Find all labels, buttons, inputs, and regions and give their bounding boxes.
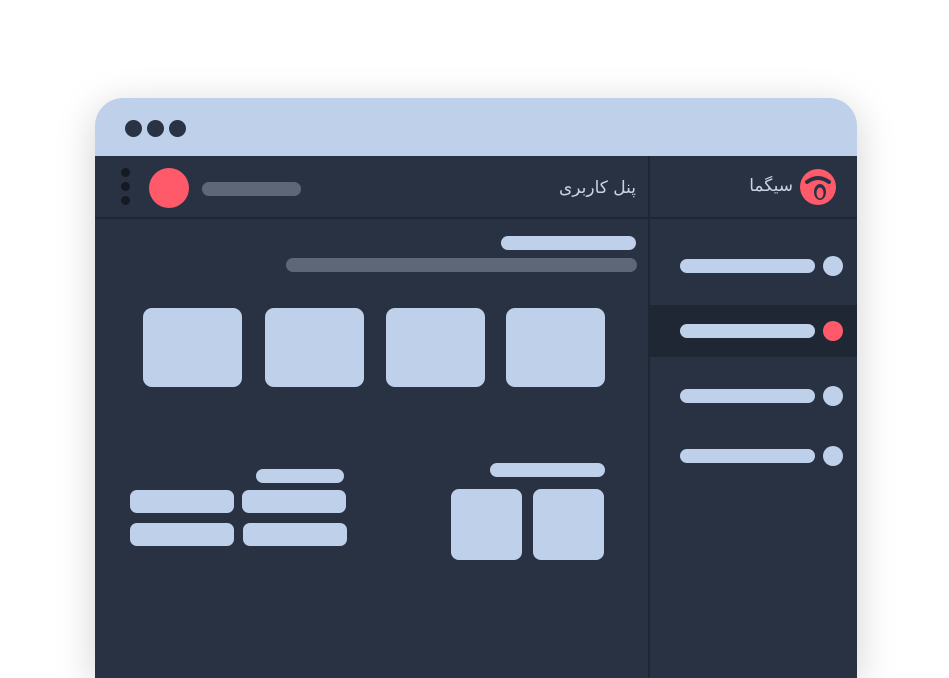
sidebar-item-icon [823,446,843,466]
widget-button[interactable] [242,490,346,513]
sidebar-item-label-placeholder [680,324,815,338]
window-control-dot[interactable] [147,120,164,137]
brand-logo-icon [800,169,836,205]
app-window: سیگما پنل کاربری [95,98,857,678]
window-control-dot[interactable] [169,120,186,137]
stat-card[interactable] [143,308,242,387]
stat-card[interactable] [506,308,605,387]
sidebar-item-label-placeholder [680,389,815,403]
sidebar-item-active[interactable] [650,305,857,357]
sidebar-item[interactable] [650,370,857,422]
widget-tile[interactable] [451,489,522,560]
brand-header: سیگما [650,156,857,219]
sidebar: سیگما [648,156,857,678]
window-titlebar [95,98,857,156]
stat-card[interactable] [265,308,364,387]
heading-placeholder [501,236,636,250]
sidebar-item-icon [823,256,843,276]
sidebar-item-icon [823,386,843,406]
widget-title-placeholder [490,463,605,477]
widget-button[interactable] [130,490,234,513]
widget-button[interactable] [130,523,234,546]
avatar[interactable] [149,168,189,208]
sidebar-item[interactable] [650,430,857,482]
page-title: پنل کاربری [558,178,636,198]
dashboard-app: سیگما پنل کاربری [95,156,857,678]
widget-title-placeholder [256,469,344,483]
widget-button[interactable] [243,523,347,546]
user-name-placeholder [202,182,301,196]
sidebar-item-label-placeholder [680,449,815,463]
brand-name: سیگما [749,176,793,196]
subheading-placeholder [286,258,637,272]
sidebar-item-label-placeholder [680,259,815,273]
widget-tile[interactable] [533,489,604,560]
sidebar-item[interactable] [650,240,857,292]
sidebar-item-active-icon [823,321,843,341]
window-control-dot[interactable] [125,120,142,137]
topbar: پنل کاربری [95,156,648,219]
stat-card[interactable] [386,308,485,387]
